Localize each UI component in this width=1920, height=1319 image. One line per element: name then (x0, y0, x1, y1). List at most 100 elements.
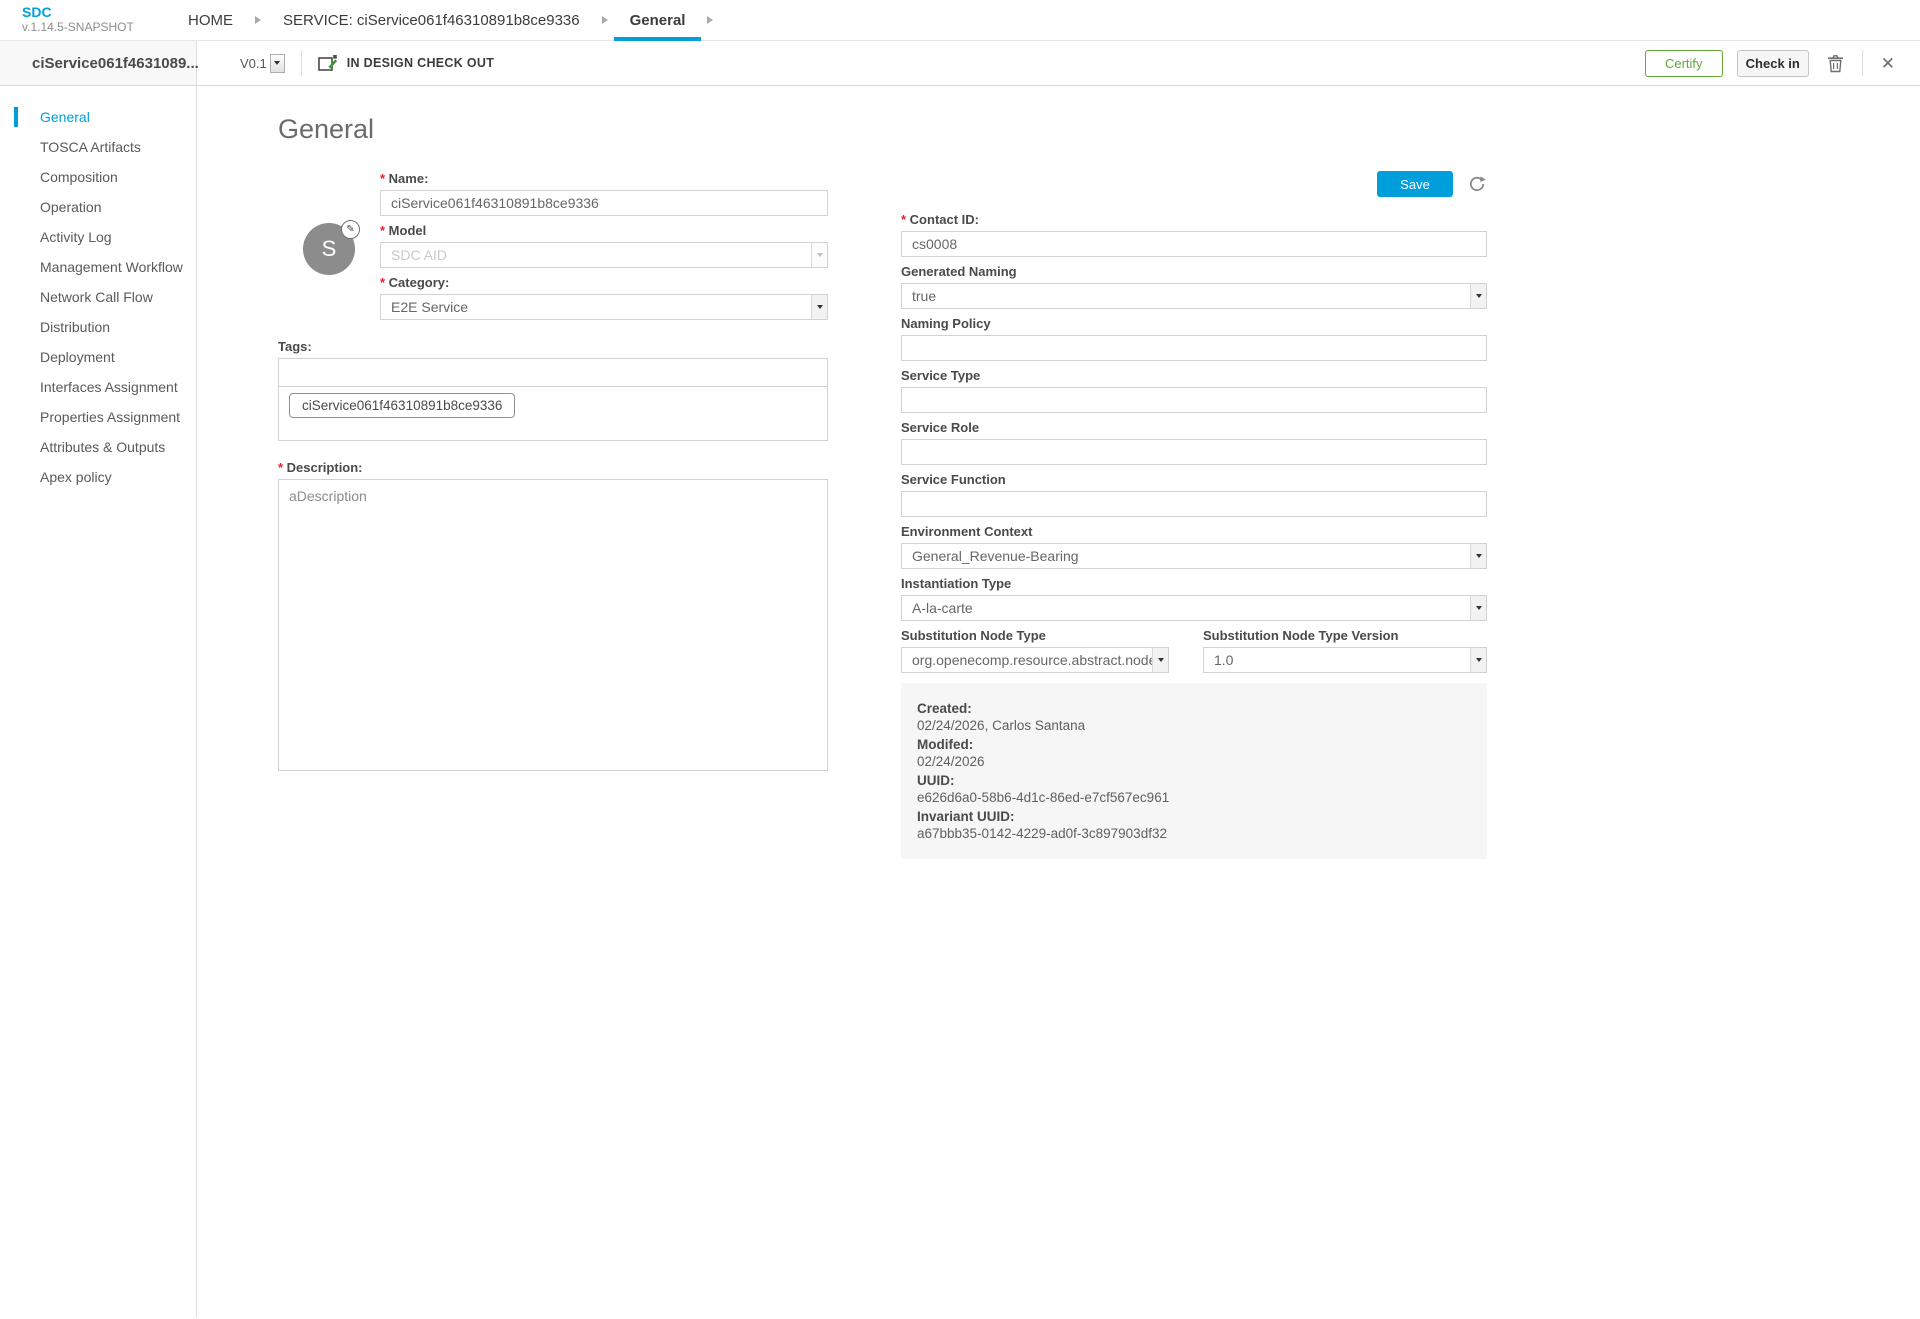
substitution-node-type-field: Substitution Node Type org.openecomp.res… (901, 628, 1169, 673)
content-area: General TOSCA Artifacts Composition Oper… (0, 86, 1920, 1318)
sdc-logo[interactable]: SDC v.1.14.5-SNAPSHOT (0, 0, 172, 40)
environment-context-select[interactable]: General_Revenue-Bearing (901, 543, 1487, 569)
substitution-row: Substitution Node Type org.openecomp.res… (901, 628, 1487, 673)
naming-policy-input[interactable] (901, 335, 1487, 361)
name-field: Name: (380, 171, 828, 216)
sidebar-item[interactable]: Activity Log (0, 222, 196, 252)
breadcrumb: HOME SERVICE: ciService061f46310891b8ce9… (172, 0, 719, 40)
category-select[interactable]: E2E Service (380, 294, 828, 320)
category-label: Category: (380, 275, 828, 290)
description-label: Description: (278, 460, 828, 475)
instantiation-type-select[interactable]: A-la-carte (901, 595, 1487, 621)
contact-id-input[interactable] (901, 231, 1487, 257)
sidebar-item[interactable]: Apex policy (0, 462, 196, 492)
service-type-label: Service Type (901, 368, 1487, 383)
contact-id-field: Contact ID: (901, 212, 1487, 257)
name-input[interactable] (380, 190, 828, 216)
name-label: Name: (380, 171, 828, 186)
sidebar-item[interactable]: General (0, 102, 196, 132)
uuid-value: e626d6a0-58b6-4d1c-86ed-e7cf567ec961 (917, 790, 1471, 805)
version-select[interactable]: V0.1 (240, 54, 285, 73)
version-dropdown-icon[interactable] (270, 54, 285, 73)
caret-right-icon (602, 16, 608, 24)
environment-context-field: Environment Context General_Revenue-Bear… (901, 524, 1487, 569)
uuid-label: UUID: (917, 773, 1471, 788)
sidebar-item[interactable]: Distribution (0, 312, 196, 342)
chevron-down-icon (1470, 544, 1486, 568)
trash-icon (1827, 54, 1844, 73)
breadcrumb-home[interactable]: HOME (172, 0, 249, 41)
substitution-node-type-select[interactable]: org.openecomp.resource.abstract.nodes.se… (901, 647, 1169, 673)
form-right-column: Save Contact ID: Generated Naming (901, 171, 1487, 859)
service-type-field: Service Type (901, 368, 1487, 413)
save-button[interactable]: Save (1377, 171, 1453, 197)
sidebar-item-label: Deployment (40, 349, 115, 365)
sidebar-item[interactable]: Composition (0, 162, 196, 192)
general-form: S ✎ Name: Model SDC AID (278, 171, 1487, 859)
save-row: Save (901, 171, 1487, 197)
sidebar-item[interactable]: Properties Assignment (0, 402, 196, 432)
sidebar-item-label: Management Workflow (40, 259, 183, 275)
service-type-input[interactable] (901, 387, 1487, 413)
chevron-down-icon (811, 243, 827, 267)
version-label: V0.1 (240, 56, 267, 71)
sidebar-item[interactable]: Attributes & Outputs (0, 432, 196, 462)
sidebar-item[interactable]: Deployment (0, 342, 196, 372)
page-title: General (278, 114, 1920, 145)
caret-right-icon (255, 16, 261, 24)
sidebar-item-label: Composition (40, 169, 118, 185)
status-text: IN DESIGN CHECK OUT (347, 56, 494, 70)
refresh-button[interactable] (1467, 174, 1487, 194)
divider (301, 50, 302, 76)
service-avatar[interactable]: S ✎ (303, 223, 355, 275)
chevron-down-icon (1470, 648, 1486, 672)
avatar-edit-icon[interactable]: ✎ (341, 220, 360, 239)
description-field: Description: aDescription (278, 460, 828, 776)
description-textarea[interactable]: aDescription (278, 479, 828, 771)
naming-policy-field: Naming Policy (901, 316, 1487, 361)
instantiation-type-value: A-la-carte (902, 596, 1470, 620)
top-bar: SDC v.1.14.5-SNAPSHOT HOME SERVICE: ciSe… (0, 0, 1920, 41)
substitution-version-field: Substitution Node Type Version 1.0 (1203, 628, 1487, 673)
breadcrumb-general-active[interactable]: General (614, 0, 702, 41)
caret-right-icon (707, 16, 713, 24)
tag-chip[interactable]: ciService061f46310891b8ce9336 (289, 393, 515, 418)
generated-naming-label: Generated Naming (901, 264, 1487, 279)
breadcrumb-service[interactable]: SERVICE: ciService061f46310891b8ce9336 (267, 0, 596, 41)
environment-context-value: General_Revenue-Bearing (902, 544, 1470, 568)
contact-id-label: Contact ID: (901, 212, 1487, 227)
workspace-header: ciService061f4631089... V0.1 IN DESIGN C… (0, 41, 1920, 86)
generated-naming-value: true (902, 284, 1470, 308)
generated-naming-select[interactable]: true (901, 283, 1487, 309)
tags-box: ciService061f46310891b8ce9336 (278, 358, 828, 441)
delete-button[interactable] (1827, 54, 1844, 73)
environment-context-label: Environment Context (901, 524, 1487, 539)
form-left-column: S ✎ Name: Model SDC AID (278, 171, 828, 859)
certify-button[interactable]: Certify (1645, 50, 1723, 77)
sidebar-item-label: Attributes & Outputs (40, 439, 165, 455)
naming-policy-label: Naming Policy (901, 316, 1487, 331)
close-icon: ✕ (1881, 55, 1895, 72)
substitution-version-label: Substitution Node Type Version (1203, 628, 1487, 643)
tags-field: Tags: ciService061f46310891b8ce9336 (278, 339, 828, 441)
category-field: Category: E2E Service (380, 275, 828, 320)
sidebar-item[interactable]: Network Call Flow (0, 282, 196, 312)
left-nav: General TOSCA Artifacts Composition Oper… (0, 86, 197, 1318)
avatar-letter: S (322, 236, 337, 262)
checkin-button[interactable]: Check in (1737, 50, 1809, 77)
substitution-version-select[interactable]: 1.0 (1203, 647, 1487, 673)
tags-input[interactable] (279, 359, 827, 387)
invariant-uuid-label: Invariant UUID: (917, 809, 1471, 824)
service-function-input[interactable] (901, 491, 1487, 517)
sidebar-item[interactable]: Operation (0, 192, 196, 222)
chevron-down-icon (1470, 596, 1486, 620)
sidebar-item[interactable]: Management Workflow (0, 252, 196, 282)
substitution-node-type-label: Substitution Node Type (901, 628, 1169, 643)
divider (1862, 50, 1863, 76)
model-select: SDC AID (380, 242, 828, 268)
metadata-box: Created: 02/24/2026, Carlos Santana Modi… (901, 683, 1487, 859)
sidebar-item[interactable]: Interfaces Assignment (0, 372, 196, 402)
sidebar-item[interactable]: TOSCA Artifacts (0, 132, 196, 162)
close-button[interactable]: ✕ (1881, 55, 1895, 72)
service-role-input[interactable] (901, 439, 1487, 465)
